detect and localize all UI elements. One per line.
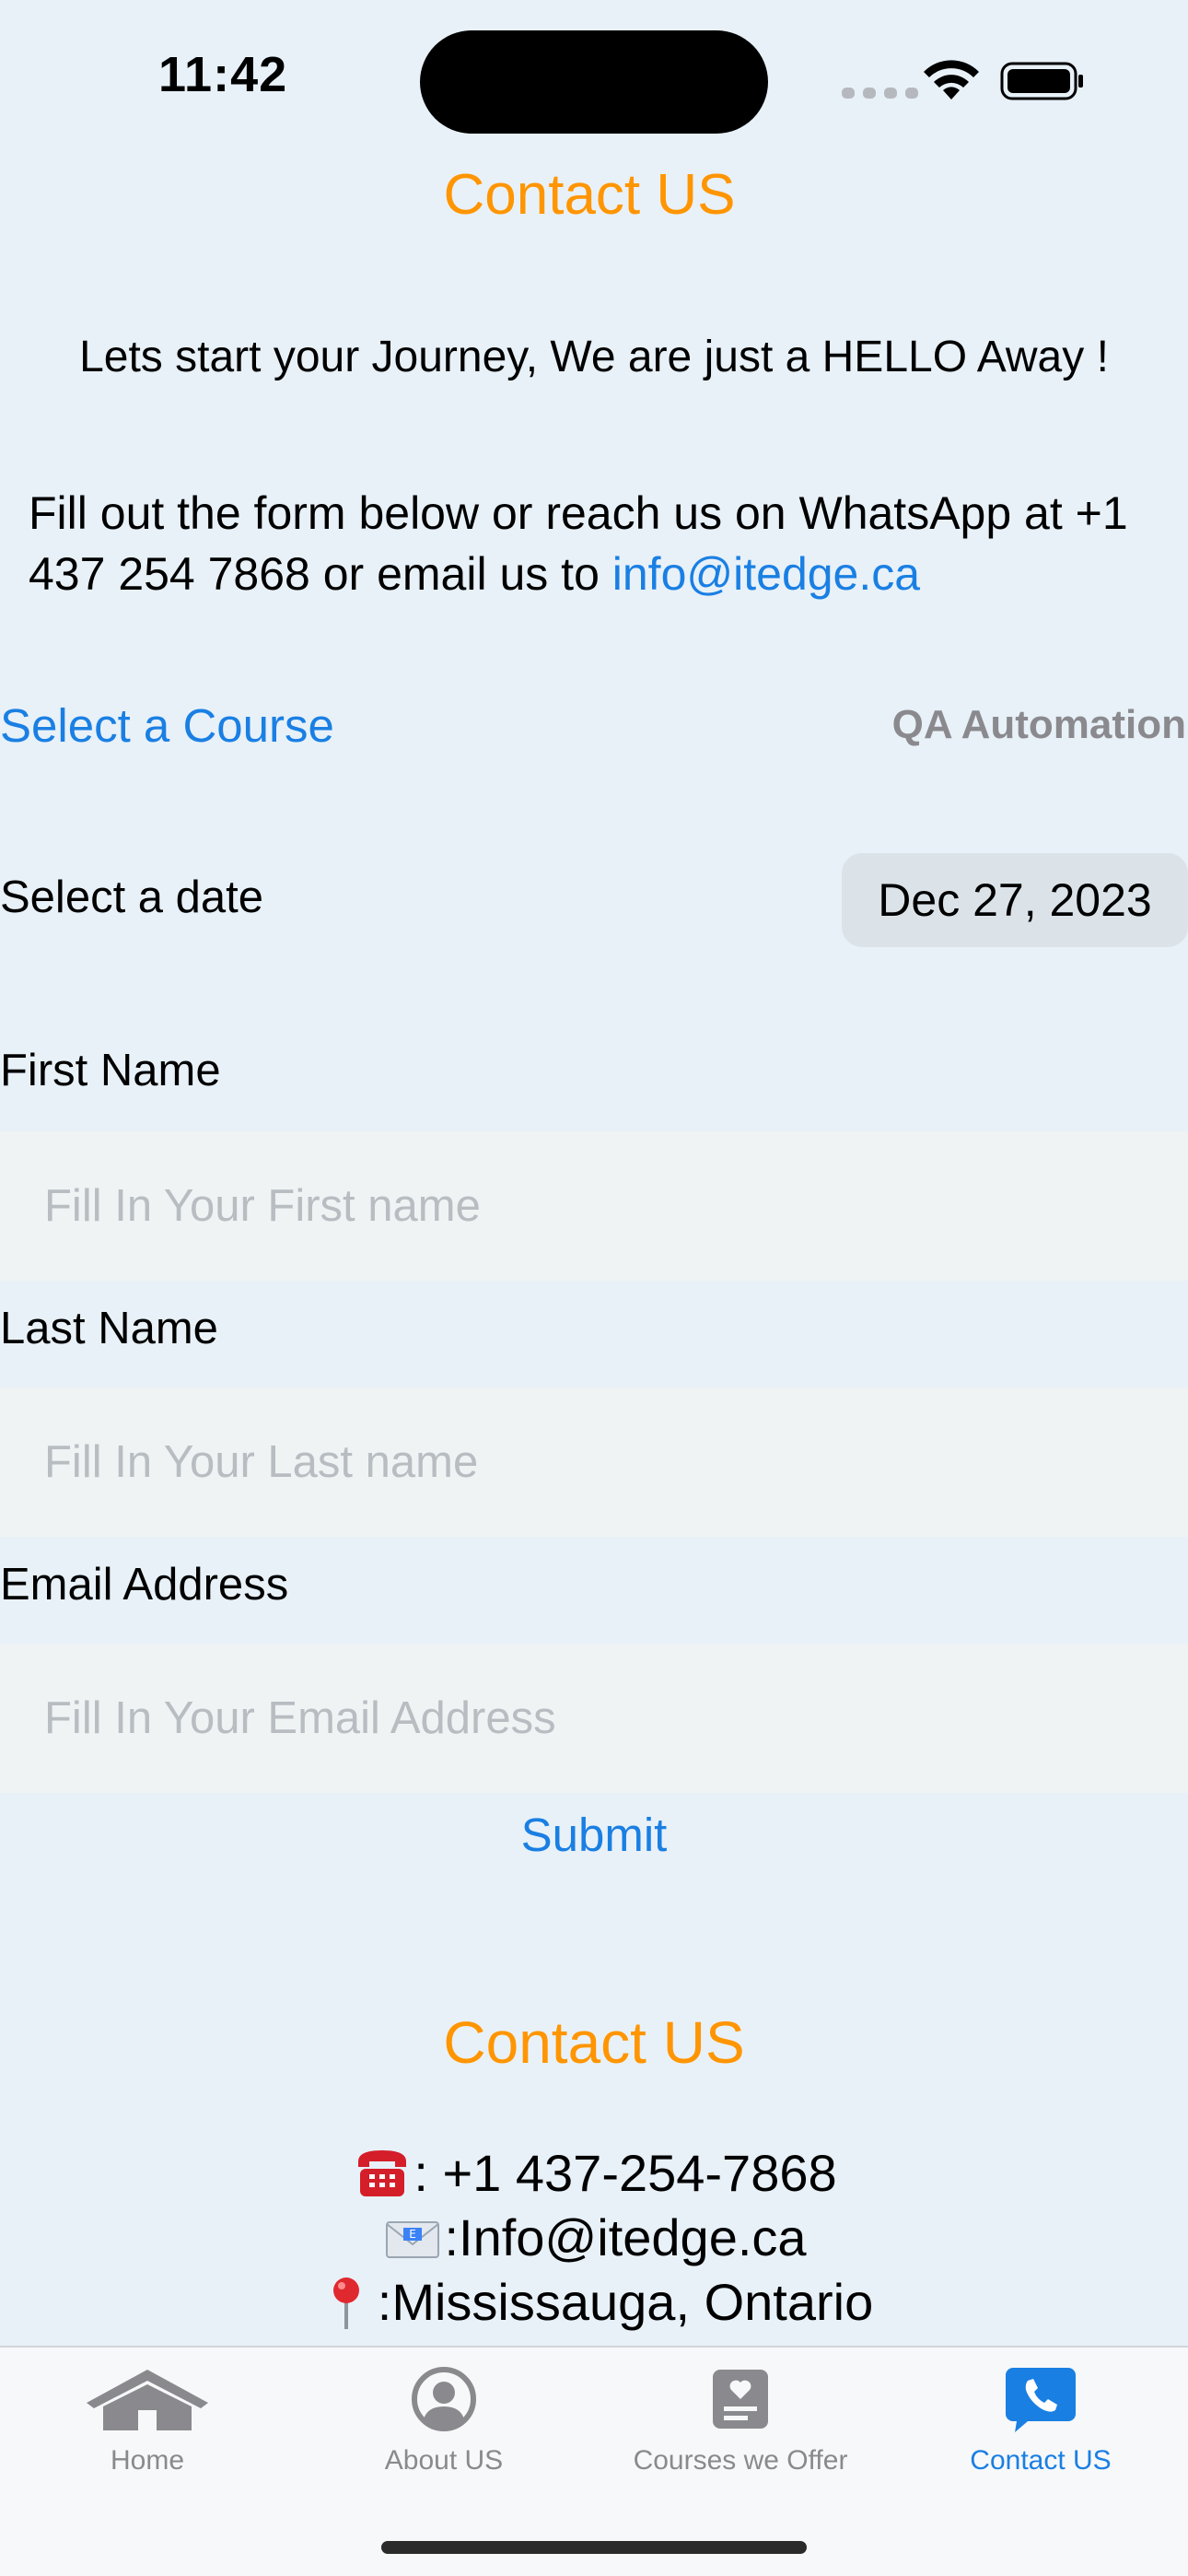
page-title: Contact US (443, 163, 736, 227)
contact-email-text: :Info@itedge.ca (444, 2208, 807, 2266)
contact-location-text: :Mississauga, Ontario (377, 2273, 874, 2331)
contact-email[interactable]: E :Info@itedge.ca (381, 2206, 807, 2270)
list-card-icon (713, 2370, 768, 2429)
person-circle-icon (412, 2367, 476, 2431)
battery-icon (1000, 62, 1083, 100)
first-name-field[interactable] (0, 1131, 1188, 1281)
date-label: Select a date (0, 872, 264, 922)
phone-bubble-icon (1006, 2368, 1076, 2432)
info-text: Fill out the form below or reach us on W… (29, 487, 1128, 600)
date-picker-button[interactable]: Dec 27, 2023 (842, 853, 1188, 947)
tab-courses[interactable]: Courses we Offer (593, 2366, 888, 2476)
contact-details: : +1 437-254-7868 E :Info@itedge.ca :Mis… (0, 2141, 1188, 2335)
selected-course: QA Automation (891, 702, 1186, 747)
email-label: Email Address (0, 1560, 289, 1610)
contact-location[interactable]: :Mississauga, Ontario (315, 2270, 873, 2335)
svg-text:E: E (410, 2228, 417, 2241)
pin-icon (332, 2277, 359, 2329)
wifi-icon (924, 60, 979, 100)
tab-courses-label: Courses we Offer (633, 2445, 848, 2476)
contact-phone-text: : +1 437-254-7868 (413, 2144, 837, 2202)
telephone-icon (358, 2150, 407, 2196)
status-time: 11:42 (158, 47, 288, 102)
email-link[interactable]: info@itedge.ca (612, 548, 920, 600)
contact-phone[interactable]: : +1 437-254-7868 (351, 2141, 837, 2206)
cellular-signal-icon (842, 88, 918, 99)
tab-contact[interactable]: Contact US (893, 2366, 1188, 2476)
tab-home-label: Home (110, 2445, 185, 2476)
last-name-field[interactable] (0, 1388, 1188, 1537)
submit-button[interactable]: Submit (0, 1808, 1188, 1862)
tab-contact-label: Contact US (970, 2445, 1112, 2476)
home-indicator (381, 2541, 807, 2554)
tab-about-label: About US (384, 2445, 504, 2476)
tab-home[interactable]: Home (0, 2366, 295, 2476)
house-icon (87, 2370, 208, 2430)
course-picker-button[interactable]: Select a Course (0, 698, 334, 753)
dynamic-island (420, 30, 768, 134)
tagline: Lets start your Journey, We are just a H… (79, 333, 1109, 381)
info-paragraph: Fill out the form below or reach us on W… (29, 483, 1171, 604)
contact-heading: Contact US (443, 2009, 745, 2076)
first-name-label: First Name (0, 1046, 221, 1095)
envelope-icon: E (386, 2221, 440, 2258)
email-field[interactable] (0, 1644, 1188, 1793)
last-name-label: Last Name (0, 1304, 218, 1353)
tab-about[interactable]: About US (297, 2366, 591, 2476)
